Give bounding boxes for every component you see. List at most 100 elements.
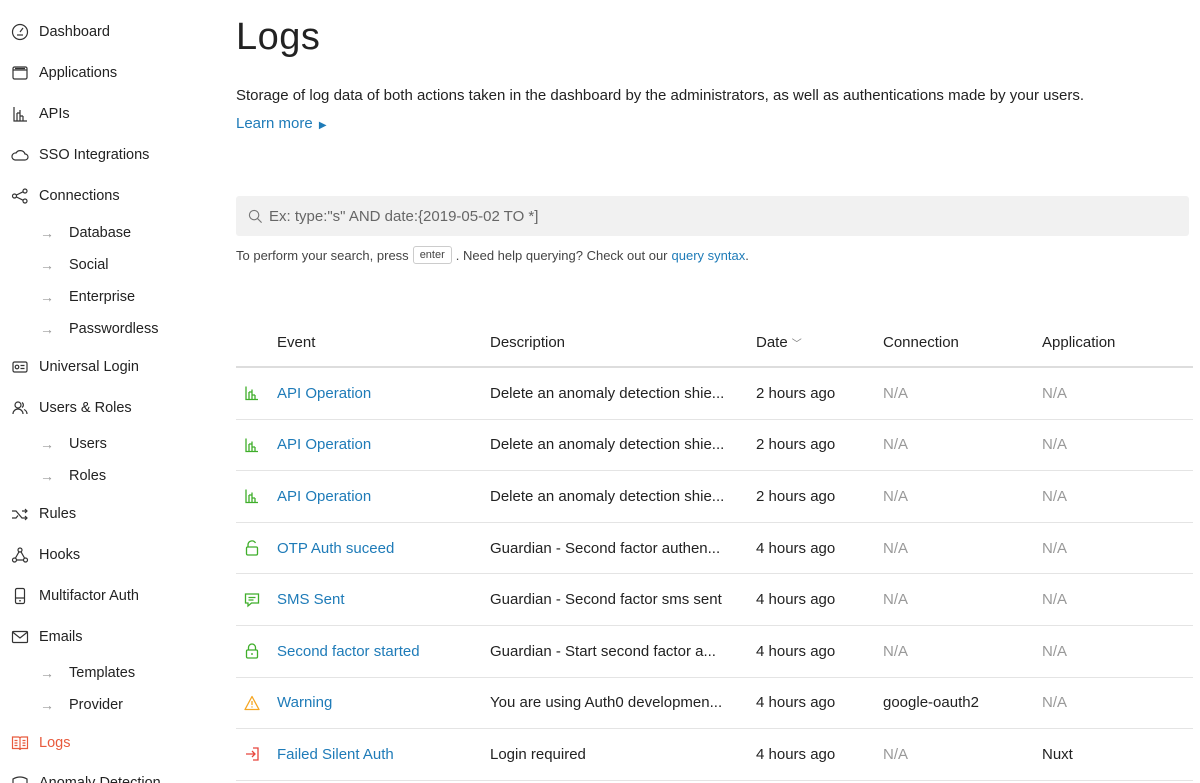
anomaly-icon	[10, 773, 30, 783]
sidebar-item-sso-integrations[interactable]: SSO Integrations	[0, 143, 149, 167]
table-row[interactable]: Second factor started Guardian - Start s…	[236, 626, 1193, 678]
connections-icon	[10, 186, 30, 206]
sidebar-item-emails[interactable]: Emails	[0, 625, 83, 649]
sidebar-item-users-roles[interactable]: Users & Roles	[0, 396, 132, 420]
connection-cell: N/A	[883, 539, 909, 557]
table-row[interactable]: API Operation Delete an anomaly detectio…	[236, 368, 1193, 420]
failed-login-icon	[236, 746, 277, 762]
sidebar-item-hooks[interactable]: Hooks	[0, 543, 80, 567]
mfa-icon	[10, 586, 30, 606]
sidebar-item-dashboard[interactable]: Dashboard	[0, 20, 110, 44]
api-icon	[236, 488, 277, 504]
column-header-description[interactable]: Description	[490, 334, 756, 351]
table-row[interactable]: SMS Sent Guardian - Second factor sms se…	[236, 574, 1193, 626]
arrow-right-icon: →	[40, 665, 54, 681]
sidebar-item-label: Emails	[39, 629, 83, 645]
page-title: Logs	[236, 16, 321, 58]
search-help-middle: . Need help querying? Check out our	[455, 247, 668, 263]
date-cell: 4 hours ago	[756, 539, 836, 557]
description-cell: Guardian - Start second factor a...	[490, 642, 716, 660]
applications-icon	[10, 63, 30, 83]
sidebar-item-label: Connections	[39, 188, 120, 204]
table-row[interactable]: API Operation Delete an anomaly detectio…	[236, 420, 1193, 472]
hooks-icon	[10, 545, 30, 565]
sidebar-item-label: Roles	[69, 468, 107, 484]
event-link[interactable]: OTP Auth suceed	[277, 540, 490, 557]
sidebar-subitem-social[interactable]: → Social	[0, 254, 109, 276]
table-row[interactable]: API Operation Delete an anomaly detectio…	[236, 471, 1193, 523]
sidebar-item-connections[interactable]: Connections	[0, 184, 120, 208]
sidebar-item-anomaly-detection[interactable]: Anomaly Detection	[0, 771, 161, 783]
rules-icon	[10, 504, 30, 524]
table-row[interactable]: Warning You are using Auth0 developmen..…	[236, 678, 1193, 730]
sidebar-item-logs[interactable]: Logs	[0, 731, 70, 755]
arrow-right-icon: →	[40, 468, 54, 484]
event-link[interactable]: Second factor started	[277, 643, 490, 660]
date-cell: 4 hours ago	[756, 642, 836, 660]
sidebar-item-label: Enterprise	[69, 289, 136, 305]
application-cell: N/A	[1042, 384, 1068, 402]
sidebar-item-label: Hooks	[39, 547, 81, 563]
sidebar-subitem-passwordless[interactable]: → Passwordless	[0, 318, 158, 340]
event-link[interactable]: SMS Sent	[277, 591, 490, 608]
learn-more-link[interactable]: Learn more ▶	[236, 115, 327, 132]
column-header-date[interactable]: Date ﹀	[756, 334, 883, 351]
sidebar-item-label: Users	[69, 436, 107, 452]
date-cell: 2 hours ago	[756, 384, 836, 402]
connection-cell: N/A	[883, 487, 909, 505]
column-header-application[interactable]: Application	[1042, 334, 1193, 351]
sidebar-item-label: APIs	[39, 106, 70, 122]
page-description: Storage of log data of both actions take…	[236, 87, 1084, 104]
sidebar-subitem-users[interactable]: → Users	[0, 433, 107, 455]
column-header-connection[interactable]: Connection	[883, 334, 1042, 351]
table-header: Event Description Date ﹀ Connection Appli…	[236, 318, 1193, 368]
sidebar-item-label: Logs	[39, 735, 71, 751]
date-cell: 2 hours ago	[756, 436, 836, 454]
sidebar: Dashboard Applications APIs SSO Integrat…	[0, 0, 200, 783]
chevron-down-icon: ﹀	[791, 338, 802, 350]
dashboard-icon	[10, 22, 30, 42]
sidebar-item-multifactor-auth[interactable]: Multifactor Auth	[0, 584, 139, 608]
sidebar-item-applications[interactable]: Applications	[0, 61, 117, 85]
event-link[interactable]: Failed Silent Auth	[277, 746, 490, 763]
search-help: To perform your search, press enter . Ne…	[236, 246, 749, 264]
search-input[interactable]	[269, 207, 1169, 225]
sidebar-item-rules[interactable]: Rules	[0, 502, 76, 526]
application-cell: Nuxt	[1042, 745, 1073, 763]
apis-icon	[10, 104, 30, 124]
arrow-right-icon: →	[40, 697, 54, 713]
sidebar-item-apis[interactable]: APIs	[0, 102, 70, 126]
sidebar-item-universal-login[interactable]: Universal Login	[0, 355, 139, 379]
search-box[interactable]	[236, 196, 1189, 236]
arrow-right-icon: →	[40, 225, 54, 241]
message-icon	[236, 592, 277, 608]
event-link[interactable]: API Operation	[277, 488, 490, 505]
sidebar-item-label: Multifactor Auth	[39, 588, 139, 604]
api-icon	[236, 437, 277, 453]
event-link[interactable]: API Operation	[277, 436, 490, 453]
sidebar-subitem-roles[interactable]: → Roles	[0, 465, 106, 487]
query-syntax-link[interactable]: query syntax	[672, 248, 746, 263]
sidebar-item-label: Templates	[69, 665, 136, 681]
connection-cell: N/A	[883, 436, 909, 454]
login-icon	[10, 357, 30, 377]
connection-cell: N/A	[883, 384, 909, 402]
sidebar-subitem-database[interactable]: → Database	[0, 222, 131, 244]
table-row[interactable]: OTP Auth suceed Guardian - Second factor…	[236, 523, 1193, 575]
sidebar-subitem-enterprise[interactable]: → Enterprise	[0, 286, 135, 308]
sidebar-item-label: Applications	[39, 65, 118, 81]
arrow-right-icon: →	[40, 289, 54, 305]
event-link[interactable]: API Operation	[277, 385, 490, 402]
sidebar-subitem-templates[interactable]: → Templates	[0, 662, 135, 684]
unlock-icon	[236, 540, 277, 556]
date-cell: 4 hours ago	[756, 591, 836, 609]
description-cell: Delete an anomaly detection shie...	[490, 487, 725, 505]
column-header-event[interactable]: Event	[277, 334, 490, 351]
description-cell: You are using Auth0 developmen...	[490, 694, 723, 712]
search-help-suffix: .	[745, 247, 749, 263]
event-link[interactable]: Warning	[277, 694, 490, 711]
application-cell: N/A	[1042, 591, 1068, 609]
application-cell: N/A	[1042, 539, 1068, 557]
table-row[interactable]: Failed Silent Auth Login required 4 hour…	[236, 729, 1193, 781]
sidebar-subitem-provider[interactable]: → Provider	[0, 694, 123, 716]
